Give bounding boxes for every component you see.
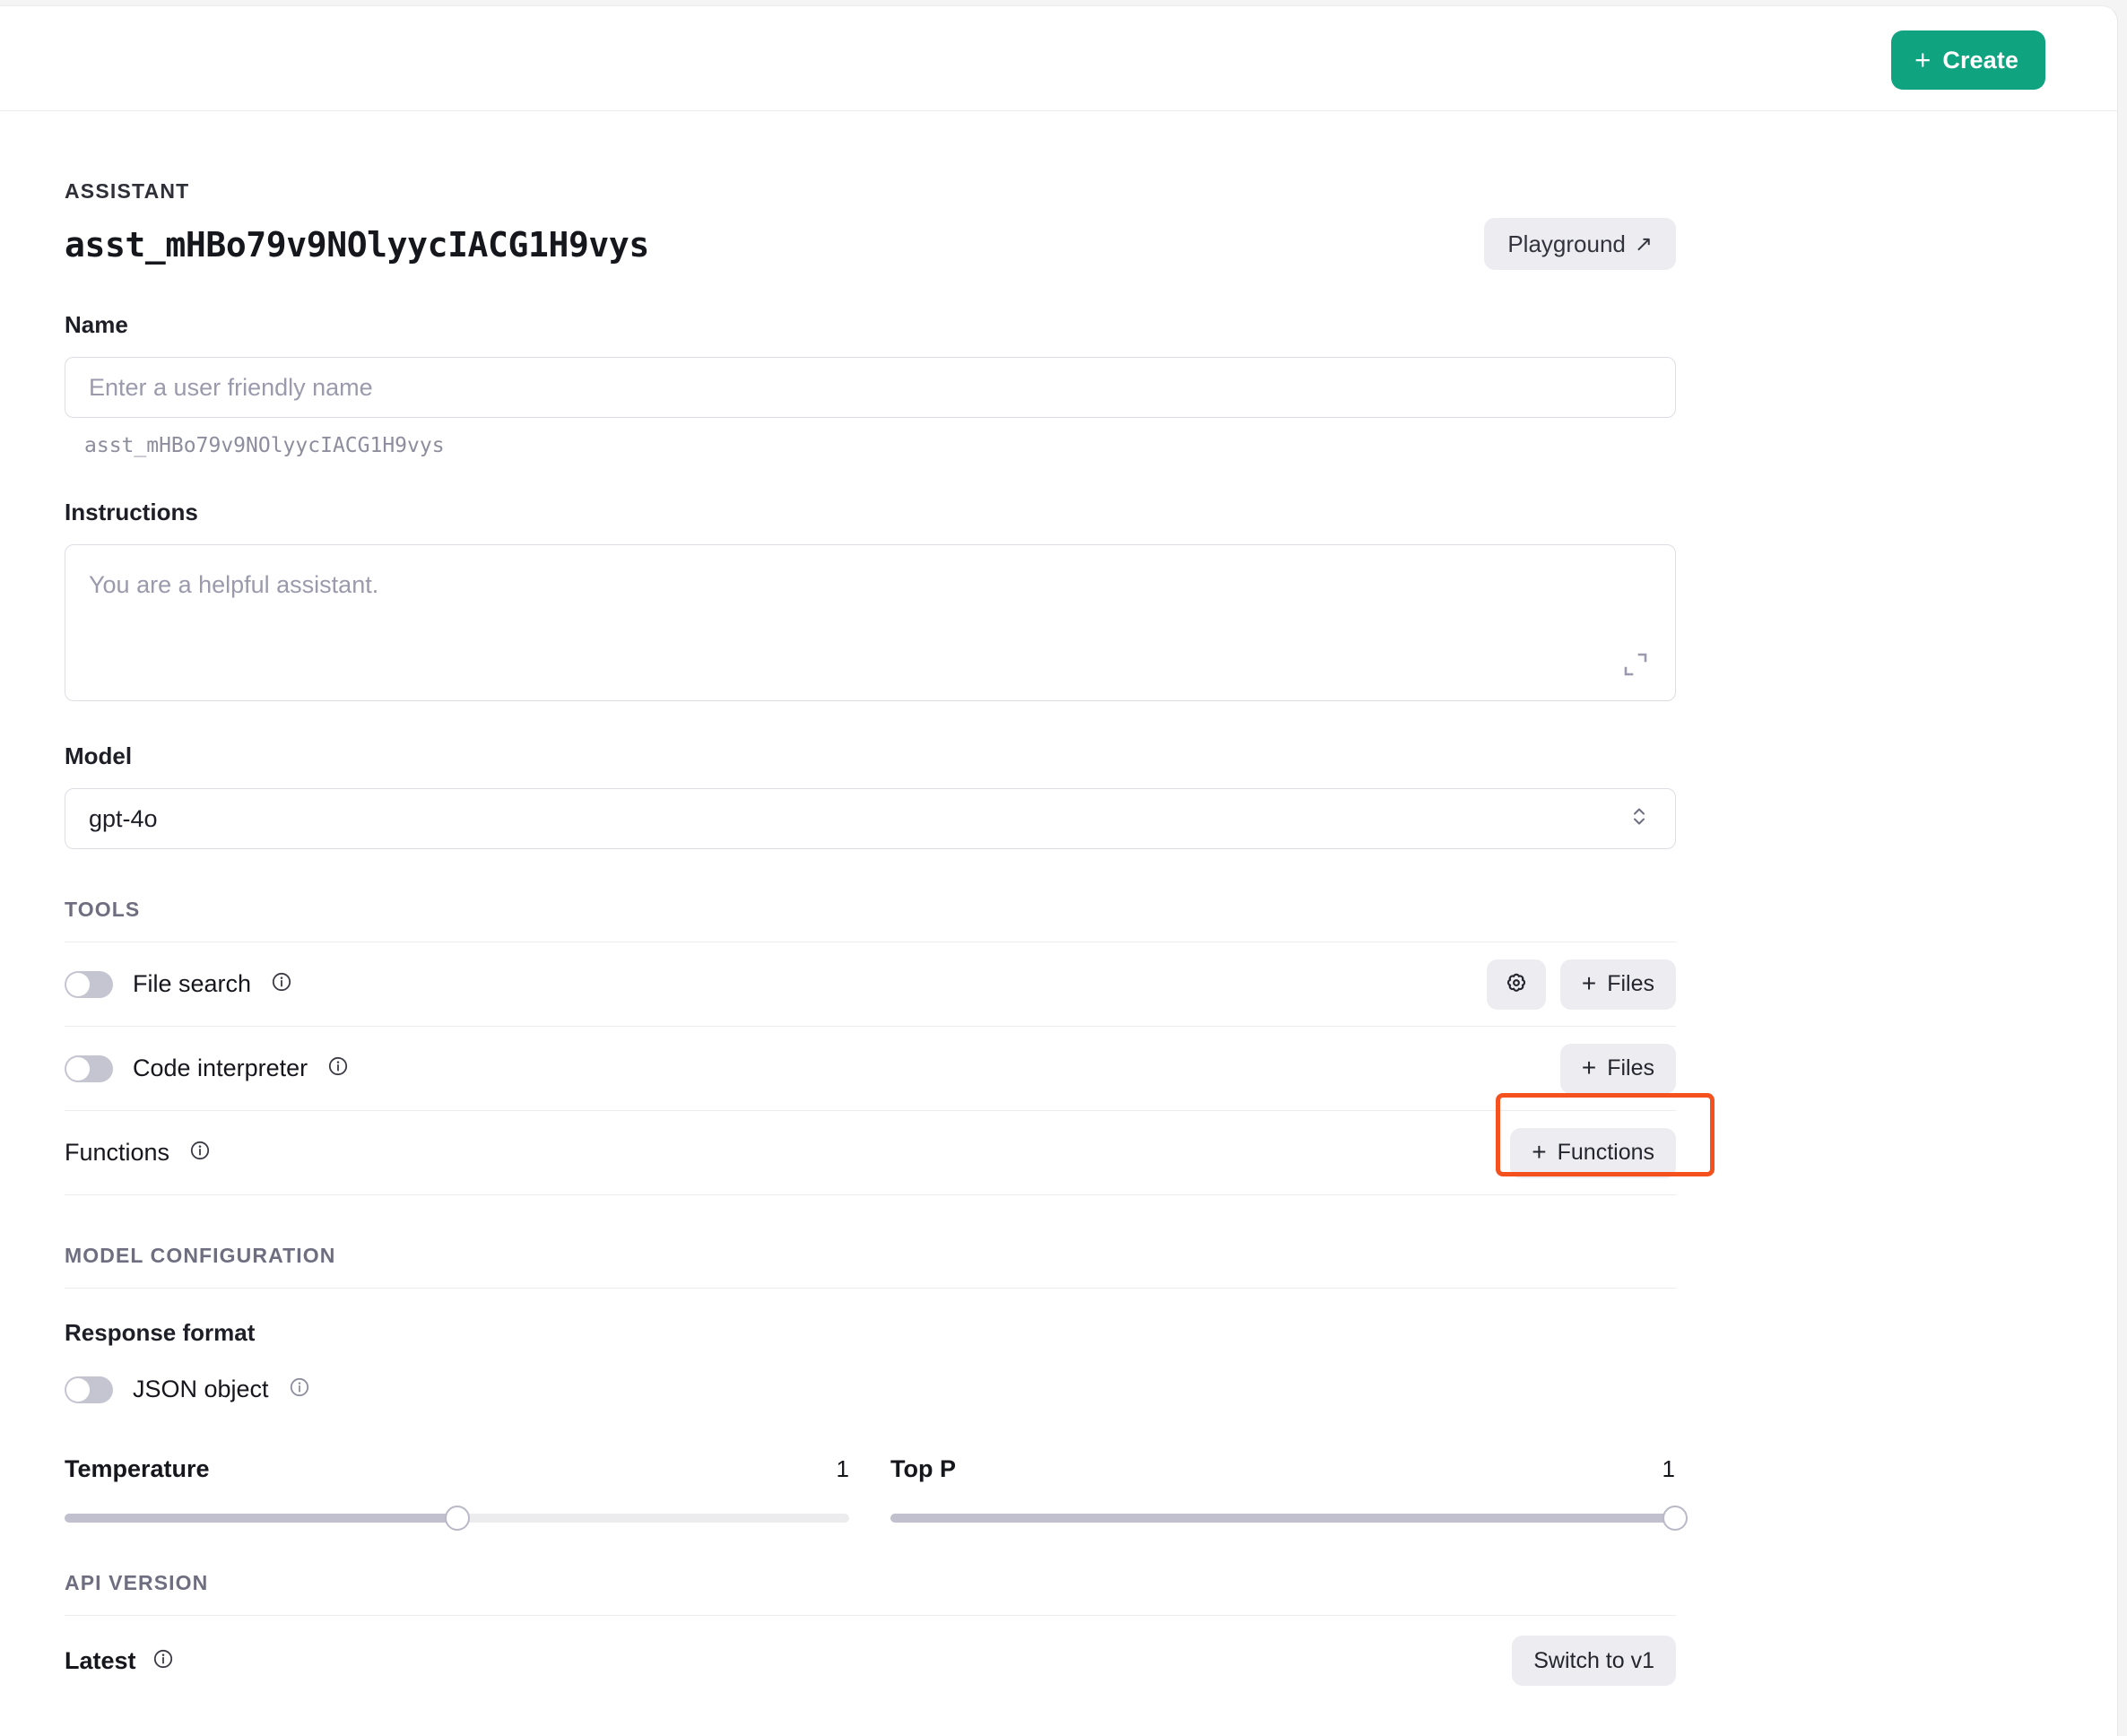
add-files-label: Files — [1607, 971, 1654, 996]
external-link-icon: ↗ — [1634, 231, 1653, 256]
create-button[interactable]: + Create — [1891, 30, 2045, 90]
tool-label-file-search: File search — [133, 970, 252, 997]
content-area: ASSISTANT asst_mHBo79v9NOlyycIACG1H9vys … — [0, 179, 2117, 1706]
toggle-knob — [66, 972, 90, 996]
expand-icon[interactable] — [1624, 653, 1647, 676]
add-files-label: Files — [1607, 1055, 1654, 1081]
file-search-add-files-button[interactable]: + Files — [1559, 959, 1676, 1010]
model-configuration-section-title: MODEL CONFIGURATION — [65, 1244, 336, 1267]
tool-left-group: File search — [65, 970, 292, 998]
info-icon[interactable] — [152, 1648, 174, 1674]
api-version-section-title: API VERSION — [65, 1571, 209, 1594]
tool-left-group: Functions — [65, 1139, 211, 1167]
temperature-slider-block: Temperature 1 — [65, 1455, 849, 1531]
code-interpreter-add-files-button[interactable]: + Files — [1559, 1043, 1676, 1094]
tool-right-group: + Functions — [1510, 1127, 1676, 1178]
response-format-label: Response format — [65, 1319, 256, 1346]
instructions-textarea[interactable] — [65, 544, 1676, 701]
top-p-label: Top P — [890, 1455, 956, 1482]
top-p-slider-thumb[interactable] — [1663, 1506, 1688, 1531]
plus-icon: + — [1532, 1137, 1547, 1166]
tool-right-group: + Files — [1486, 959, 1676, 1010]
info-icon[interactable] — [289, 1376, 310, 1402]
api-version-current-label: Latest — [65, 1646, 136, 1674]
top-p-slider-block: Top P 1 — [890, 1455, 1688, 1531]
temperature-slider-fill — [65, 1514, 457, 1523]
info-icon[interactable] — [189, 1140, 211, 1166]
tool-row-functions: Functions + Functions — [65, 1111, 1676, 1195]
plus-icon: + — [1581, 1053, 1597, 1081]
title-row: asst_mHBo79v9NOlyycIACG1H9vys Playground… — [65, 204, 1676, 270]
json-object-label: JSON object — [133, 1376, 269, 1402]
top-p-slider[interactable] — [890, 1506, 1688, 1531]
info-icon[interactable] — [271, 971, 292, 997]
tool-label-code-interpreter: Code interpreter — [133, 1055, 308, 1081]
tool-label-functions: Functions — [65, 1139, 170, 1166]
name-label: Name — [65, 311, 128, 338]
add-functions-label: Functions — [1557, 1140, 1654, 1165]
tool-right-group: + Files — [1559, 1043, 1676, 1094]
temperature-label: Temperature — [65, 1455, 210, 1482]
temperature-slider[interactable] — [65, 1506, 849, 1531]
model-select-wrapper: gpt-4o — [65, 788, 1676, 849]
plus-icon: + — [1914, 43, 1932, 75]
json-object-row: JSON object — [65, 1376, 2117, 1403]
add-functions-button[interactable]: + Functions — [1510, 1127, 1676, 1178]
tool-row-file-search: File search + Files — [65, 942, 1676, 1027]
name-input[interactable] — [65, 357, 1676, 418]
model-select[interactable]: gpt-4o — [65, 788, 1676, 849]
page-title: asst_mHBo79v9NOlyycIACG1H9vys — [65, 225, 649, 265]
sliders-group: Temperature 1 Top P 1 — [65, 1455, 1688, 1531]
switch-to-v1-button[interactable]: Switch to v1 — [1512, 1636, 1676, 1686]
divider — [65, 1288, 1676, 1289]
api-version-row: Latest Switch to v1 — [65, 1616, 1676, 1706]
assistant-id-helper: asst_mHBo79v9NOlyycIACG1H9vys — [84, 434, 445, 457]
temperature-head: Temperature 1 — [65, 1455, 849, 1483]
gear-icon — [1503, 969, 1530, 999]
playground-button-label: Playground — [1507, 230, 1626, 257]
tool-left-group: Code interpreter — [65, 1055, 349, 1082]
create-button-label: Create — [1942, 46, 2018, 74]
plus-icon: + — [1581, 968, 1597, 997]
toggle-knob — [66, 1056, 90, 1081]
top-p-head: Top P 1 — [890, 1455, 1675, 1483]
switch-to-v1-label: Switch to v1 — [1533, 1647, 1654, 1673]
top-bar: + Create — [0, 6, 2117, 111]
assistant-settings-card: + Create ASSISTANT asst_mHBo79v9NOlyycIA… — [0, 5, 2118, 1736]
tools-section-title: TOOLS — [65, 898, 141, 921]
json-object-toggle[interactable] — [65, 1376, 113, 1403]
toggle-knob — [66, 1377, 90, 1402]
tool-row-code-interpreter: Code interpreter + Files — [65, 1027, 1676, 1111]
instructions-label: Instructions — [65, 499, 198, 525]
temperature-value: 1 — [836, 1455, 849, 1482]
top-p-slider-fill — [890, 1514, 1675, 1523]
model-label: Model — [65, 742, 133, 769]
instructions-wrapper — [65, 544, 1676, 701]
info-icon[interactable] — [327, 1055, 349, 1081]
page-eyebrow: ASSISTANT — [65, 179, 190, 203]
code-interpreter-toggle[interactable] — [65, 1055, 113, 1082]
top-p-value: 1 — [1662, 1455, 1675, 1482]
playground-button[interactable]: Playground ↗ — [1484, 218, 1676, 270]
temperature-slider-thumb[interactable] — [444, 1506, 470, 1531]
file-search-toggle[interactable] — [65, 970, 113, 998]
api-left-group: Latest — [65, 1647, 174, 1675]
file-search-settings-button[interactable] — [1486, 959, 1546, 1010]
